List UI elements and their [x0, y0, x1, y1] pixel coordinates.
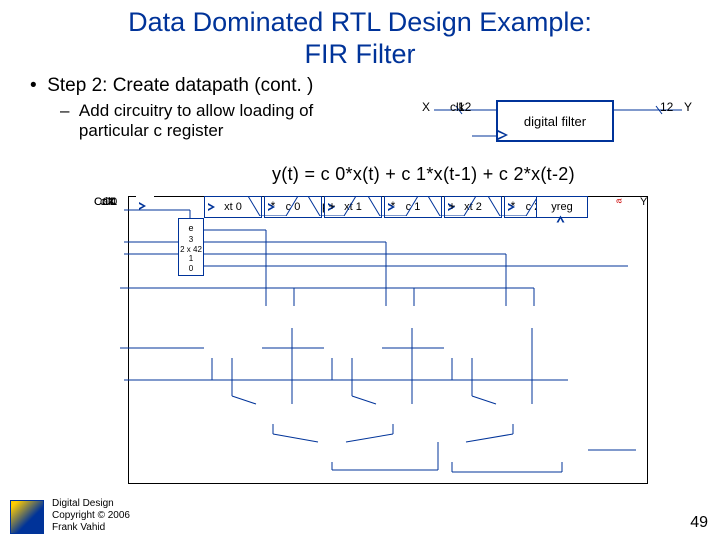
- title-line1: Data Dominated RTL Design Example:: [128, 7, 592, 37]
- label-clk: clk: [100, 196, 113, 208]
- footer: Digital Design Copyright © 2006 Frank Va…: [52, 498, 130, 534]
- multiplier-2: *: [488, 196, 538, 216]
- port-clk: clk: [450, 100, 465, 114]
- svg-text:*: *: [391, 199, 396, 213]
- svg-text:*: *: [511, 199, 516, 213]
- adder-1: +: [428, 196, 476, 216]
- multiplier-1: *: [368, 196, 418, 216]
- book-logo-icon: [10, 500, 44, 534]
- bus-12-right: 12: [660, 100, 673, 114]
- svg-text:+: +: [448, 199, 455, 213]
- page-number: 49: [690, 514, 708, 532]
- clock-tri-icon: [498, 130, 508, 140]
- datapath-diagram: 3 -tap FIR filter CL Ca 1 Ca 0 C X clk e…: [108, 196, 668, 496]
- port-x: X: [422, 100, 430, 114]
- clk-tri-icon: [136, 196, 154, 212]
- multiplier-0: *: [248, 196, 298, 216]
- svg-text:*: *: [271, 199, 276, 213]
- port-y: Y: [684, 100, 692, 114]
- title-line2: FIR Filter: [305, 39, 416, 69]
- equation: y(t) = c 0*x(t) + c 1*x(t-1) + c 2*x(t-2…: [272, 164, 575, 185]
- svg-text:+: +: [328, 199, 335, 213]
- bullet-1: • Step 2: Create datapath (cont. ): [30, 75, 700, 97]
- adder-0: +: [308, 196, 356, 216]
- digital-filter-block: digital filter X Y 12 12 clk: [424, 100, 694, 156]
- reg-yreg: yreg: [536, 196, 588, 218]
- decoder-2x4: e 3 2 x 42 1 0: [178, 218, 204, 276]
- filter-label: digital filter: [524, 114, 586, 129]
- red-annotation: a: [614, 198, 624, 203]
- label-y-out: Y: [640, 196, 647, 208]
